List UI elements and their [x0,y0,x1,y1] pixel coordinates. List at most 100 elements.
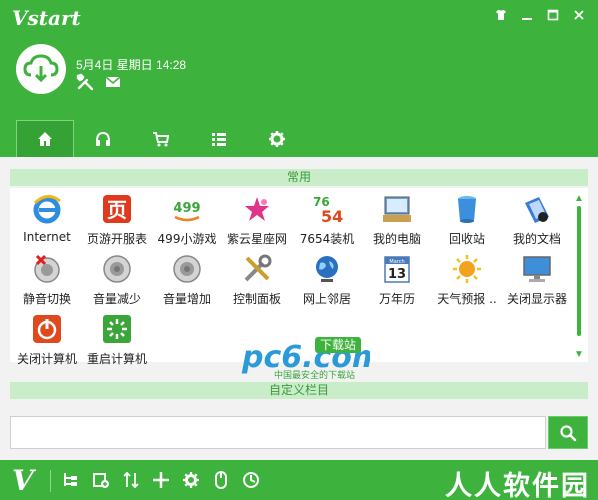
cart-icon [153,131,170,146]
game499-icon: 499 [170,192,204,226]
app-label: 我的文档 [512,232,561,246]
maximize-icon[interactable] [544,8,562,26]
ie-icon [30,192,64,226]
footer-bar: V 人人软件园 [0,460,598,500]
search-icon [560,424,577,441]
minimize-icon[interactable] [518,8,536,26]
app-recycle-bin[interactable]: 回收站 [432,192,502,252]
tab-bar [16,120,306,157]
tab-list[interactable] [190,120,248,157]
settings-tools-icon[interactable] [76,73,94,91]
scrollbar[interactable]: ▲ ▼ [573,194,585,360]
shutdown-icon [30,312,64,346]
footer-logo[interactable]: V [12,464,34,497]
volume-down-icon [100,252,134,286]
footer-tools [62,471,260,489]
headphones-icon [96,131,110,146]
section-header-common: 常用 [10,169,588,186]
mail-icon[interactable] [104,73,122,91]
app-my-computer[interactable]: 我的电脑 [362,192,432,252]
app-label: 我的电脑 [372,232,421,246]
avatar[interactable] [16,44,66,94]
svg-text:54: 54 [321,207,343,225]
star-icon [240,192,274,226]
tab-home[interactable] [16,120,74,157]
home-icon [38,132,52,146]
app-label: 7654装机 [299,232,355,246]
cloud-icon [23,54,59,83]
app-label: 音量增加 [162,292,211,306]
app-volume-down[interactable]: 音量减少 [82,252,152,312]
mute-icon [30,252,64,286]
clock-icon[interactable] [242,471,260,489]
volume-up-icon [170,252,204,286]
close-icon[interactable] [570,8,588,26]
search-button[interactable] [548,416,588,449]
app-shutdown[interactable]: 关闭计算机 [12,312,82,372]
list-icon [212,132,226,146]
weather-icon [450,252,484,286]
app-internet[interactable]: Internet [12,192,82,252]
search-input[interactable] [10,416,546,449]
app-label: 关闭计算机 [16,352,77,366]
webgame-icon: 页 [100,192,134,226]
scroll-up-icon[interactable]: ▲ [573,194,585,204]
app-label: 静音切换 [22,292,71,306]
app-weather[interactable]: 天气预报 .. [432,252,502,312]
install7654-icon: 76 54 [310,192,344,226]
app-label: 控制面板 [232,292,281,306]
app-monitor-off[interactable]: 关闭显示器 [502,252,572,312]
header-tools [76,73,122,91]
plus-icon[interactable] [152,471,170,489]
gear-icon [269,130,285,147]
app-ziyun[interactable]: 紫云星座网 [222,192,292,252]
app-label: 万年历 [378,292,415,306]
app-label: 天气预报 .. [437,292,497,306]
restart-icon [100,312,134,346]
scroll-down-icon[interactable]: ▼ [573,350,585,360]
recycle-bin-icon [450,192,484,226]
app-network[interactable]: 网上邻居 [292,252,362,312]
calendar-icon: March 13 [380,252,414,286]
tree-icon[interactable] [62,471,80,489]
monitor-off-icon [520,252,554,286]
app-7654[interactable]: 76 54 7654装机 [292,192,362,252]
header: Vstart 5月4日 星期日 14:28 [0,0,598,157]
app-restart[interactable]: 重启计算机 [82,312,152,372]
app-mute[interactable]: 静音切换 [12,252,82,312]
app-label: 499小游戏 [157,232,217,246]
svg-text:March: March [389,259,404,265]
computer-icon [380,192,414,226]
app-label: 页游开服表 [86,232,147,246]
svg-text:13: 13 [388,267,406,282]
app-webgame[interactable]: 页 页游开服表 [82,192,152,252]
add-page-icon[interactable] [92,471,110,489]
watermark: pc6.com 下载站 中国最安全的下载站 [240,335,383,386]
svg-text:499: 499 [173,201,200,216]
gear-icon[interactable] [182,471,200,489]
app-calendar[interactable]: March 13 万年历 [362,252,432,312]
watermark-badge: 下载站 [320,338,356,352]
search-row [10,416,588,449]
documents-icon [520,192,554,226]
scroll-thumb[interactable] [577,206,581,336]
app-volume-up[interactable]: 音量增加 [152,252,222,312]
mouse-icon[interactable] [212,471,230,489]
app-499game[interactable]: 499 499小游戏 [152,192,222,252]
app-label: 重启计算机 [86,352,147,366]
tab-music[interactable] [74,120,132,157]
watermark-sub: 中国最安全的下载站 [274,369,355,381]
app-my-documents[interactable]: 我的文档 [502,192,572,252]
skin-icon[interactable] [492,8,510,26]
section-header-custom: 自定义栏目 [10,382,588,399]
sort-icon[interactable] [122,471,140,489]
app-control-panel[interactable]: 控制面板 [222,252,292,312]
app-label: 紫云星座网 [226,232,287,246]
window-controls [492,8,588,26]
datetime-text: 5月4日 星期日 14:28 [76,58,187,72]
site-watermark: 人人软件园 [445,471,590,500]
tab-settings[interactable] [248,120,306,157]
footer-divider [50,470,51,492]
tab-shop[interactable] [132,120,190,157]
network-icon [310,252,344,286]
